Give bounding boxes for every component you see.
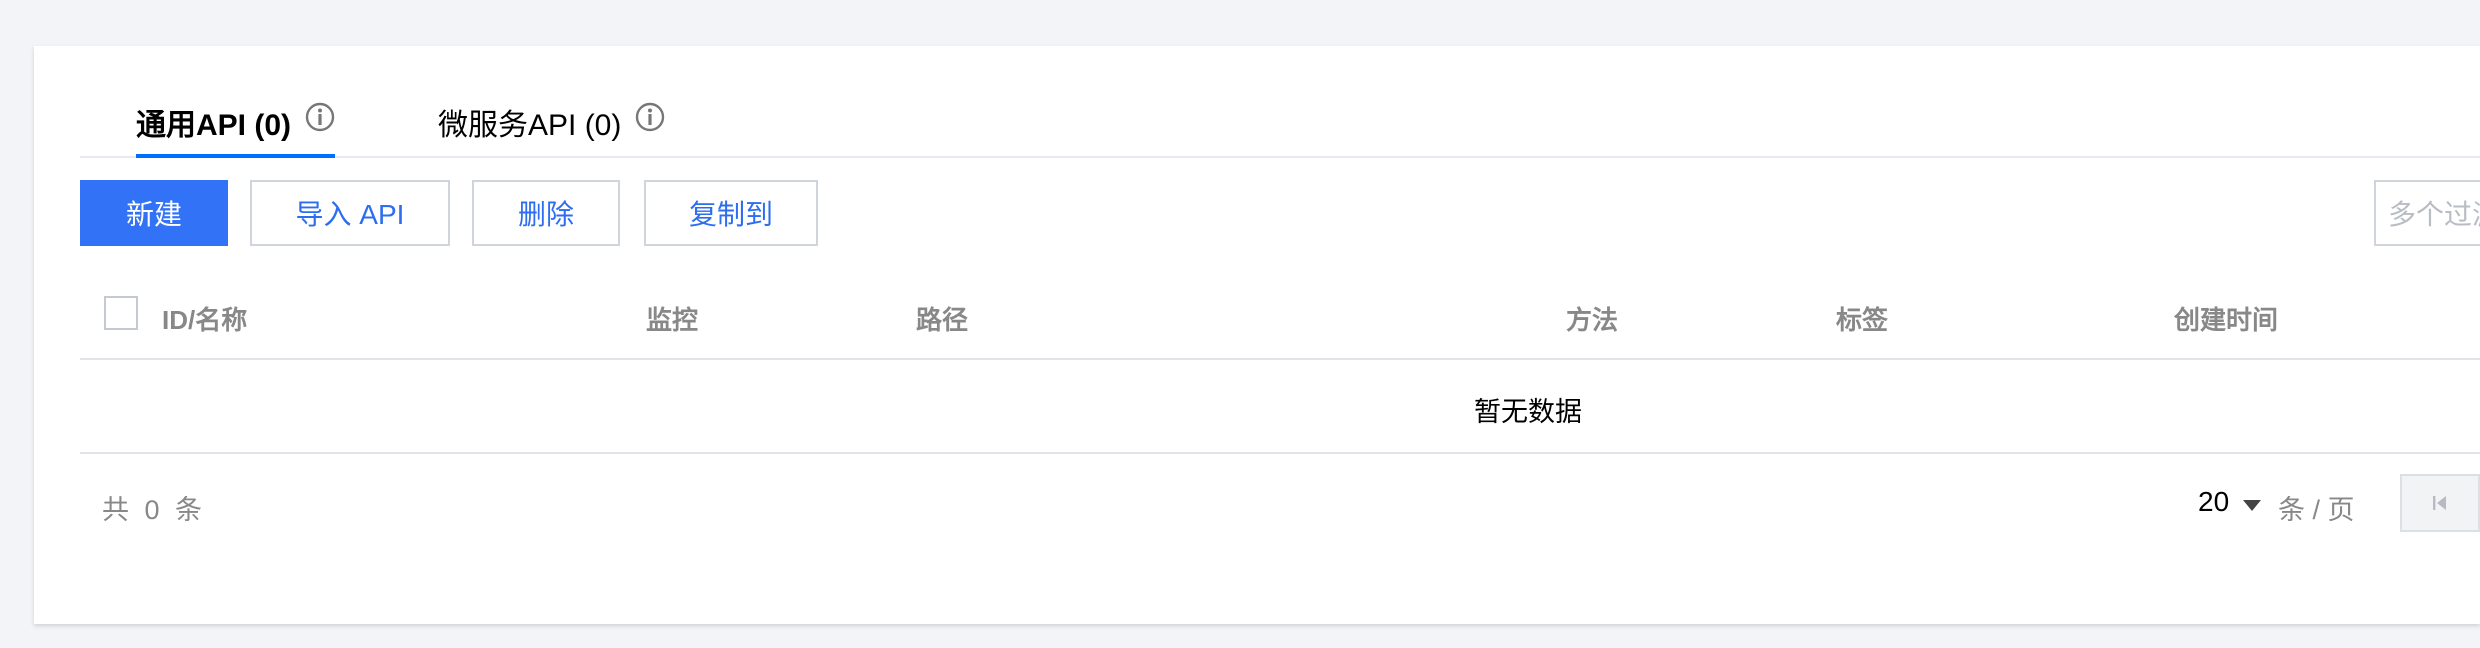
info-icon[interactable] xyxy=(305,102,335,132)
new-button[interactable]: 新建 xyxy=(80,180,228,246)
tab-microservice-api[interactable]: 微服务API (0) xyxy=(438,100,665,156)
page-size-select[interactable]: 20 xyxy=(2198,486,2262,518)
column-created-time[interactable]: 创建时间 xyxy=(2174,300,2278,337)
tab-general-api[interactable]: 通用API (0) xyxy=(136,100,336,158)
tab-general-api-label: 通用API (0) xyxy=(136,109,292,142)
api-list-card: 通用API (0) 微服务API (0) 新建 导入 API 删除 复制到 多个… xyxy=(34,46,2480,624)
select-all-checkbox[interactable] xyxy=(104,296,138,330)
first-page-button[interactable] xyxy=(2400,474,2480,532)
column-tags[interactable]: 标签 xyxy=(1836,300,1888,337)
copy-to-button[interactable]: 复制到 xyxy=(644,180,818,246)
column-monitor[interactable]: 监控 xyxy=(646,300,698,337)
info-icon[interactable] xyxy=(635,102,665,132)
table-header: ID/名称 监控 路径 方法 标签 创建时间 xyxy=(80,278,2480,360)
api-tabs: 通用API (0) 微服务API (0) xyxy=(80,46,2480,158)
total-count: 共 0 条 xyxy=(102,495,207,525)
column-method[interactable]: 方法 xyxy=(1566,300,1618,337)
empty-table-row: 暂无数据 xyxy=(80,360,2480,454)
first-page-icon xyxy=(2433,496,2446,510)
per-page-label: 条 / 页 xyxy=(2278,495,2355,525)
tab-microservice-api-label: 微服务API (0) xyxy=(438,109,622,142)
page-size-value: 20 xyxy=(2198,486,2230,517)
filter-search-input[interactable]: 多个过滤 xyxy=(2374,180,2480,246)
empty-state-text: 暂无数据 xyxy=(1474,397,1582,427)
delete-button[interactable]: 删除 xyxy=(472,180,620,246)
column-id-name[interactable]: ID/名称 xyxy=(162,300,247,337)
active-tab-underline xyxy=(136,154,336,158)
caret-down-icon xyxy=(2243,499,2262,511)
import-api-button[interactable]: 导入 API xyxy=(250,180,450,246)
column-path[interactable]: 路径 xyxy=(916,300,968,337)
